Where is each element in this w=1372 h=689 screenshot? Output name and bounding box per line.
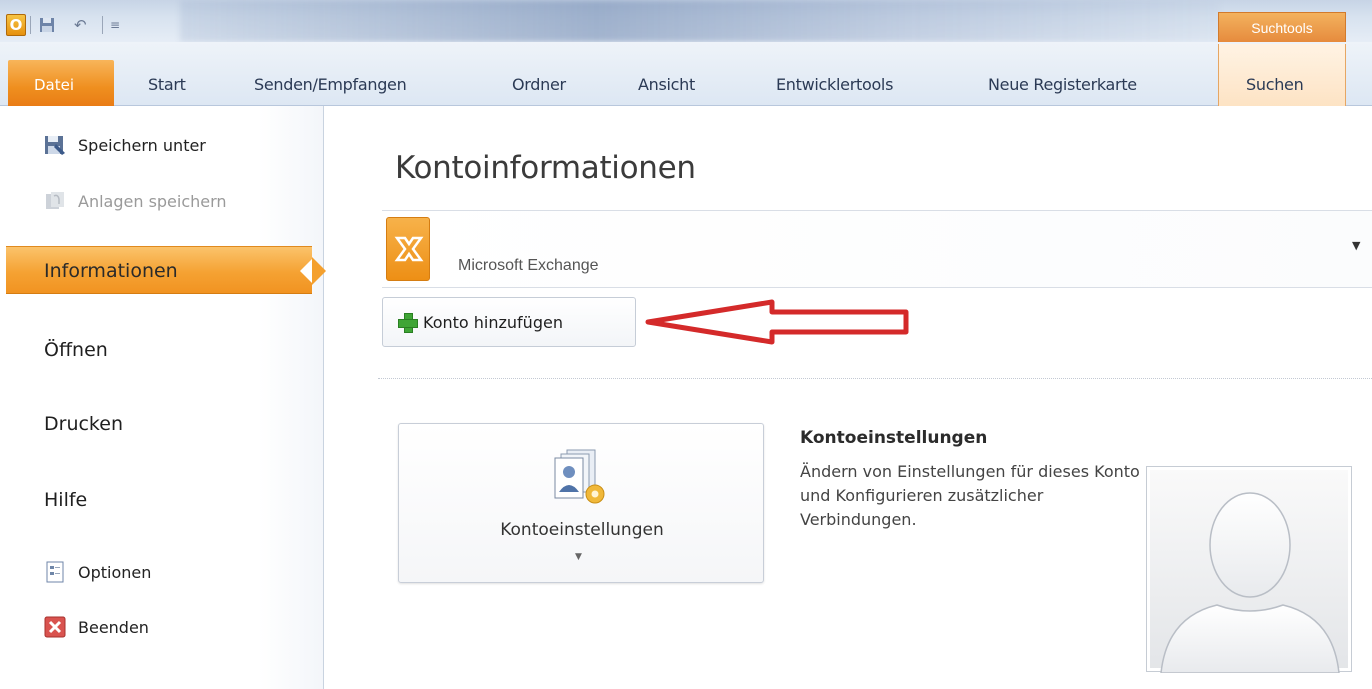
contextual-group-label: Suchtools <box>1218 12 1346 42</box>
plus-icon <box>397 312 418 333</box>
exit-icon <box>44 616 66 638</box>
save-attachments-label: Anlagen speichern <box>78 191 227 211</box>
tab-view[interactable]: Ansicht <box>638 75 695 94</box>
options-icon <box>44 561 66 583</box>
tab-start[interactable]: Start <box>148 75 186 94</box>
outlook-app-icon[interactable]: O <box>6 14 26 36</box>
options-button[interactable]: Optionen <box>44 561 151 583</box>
tab-new-tab[interactable]: Neue Registerkarte <box>988 75 1137 94</box>
tab-file[interactable]: Datei <box>8 60 114 106</box>
person-silhouette-icon <box>1160 492 1340 674</box>
chevron-down-icon: ▼ <box>575 552 582 562</box>
account-name: Microsoft Exchange <box>458 257 599 274</box>
backstage-menu: Speichern unter Anlagen speichern Inform… <box>0 106 326 689</box>
ribbon-tab-strip: Datei Start Senden/Empfangen Ordner Ansi… <box>0 42 1372 106</box>
exit-button[interactable]: Beenden <box>44 616 149 638</box>
exit-label: Beenden <box>78 617 149 637</box>
window-title-blur <box>180 0 1220 42</box>
customize-icon[interactable]: ≡ <box>110 16 120 34</box>
quick-access-separator <box>30 16 31 34</box>
nav-drucken[interactable]: Drucken <box>0 400 324 448</box>
nav-hilfe[interactable]: Hilfe <box>0 476 324 524</box>
save-attachments-icon <box>44 190 66 212</box>
save-as-button[interactable]: Speichern unter <box>44 134 206 156</box>
account-picture-placeholder <box>1146 466 1352 674</box>
quick-access-separator <box>102 16 103 34</box>
page-title: Kontoinformationen <box>395 150 696 186</box>
account-settings-label: Kontoeinstellungen <box>500 520 664 540</box>
nav-informationen[interactable]: Informationen <box>6 246 326 294</box>
title-bar: O ↶ ≡ Suchtools <box>0 0 1372 42</box>
save-icon[interactable] <box>38 16 56 38</box>
account-settings-description: Ändern von Einstellungen für dieses Kont… <box>800 462 1140 529</box>
save-attachments-button[interactable]: Anlagen speichern <box>44 190 227 212</box>
tab-folder[interactable]: Ordner <box>512 75 566 94</box>
red-arrow-annotation <box>645 299 909 345</box>
account-settings-icon <box>554 449 605 504</box>
nav-oeffnen[interactable]: Öffnen <box>0 326 324 374</box>
options-label: Optionen <box>78 562 152 582</box>
chevron-down-icon[interactable]: ▼ <box>1352 239 1360 252</box>
account-settings-button[interactable]: Kontoeinstellungen ▼ <box>398 423 764 583</box>
section-divider <box>378 378 1372 379</box>
add-account-button[interactable]: Konto hinzufügen <box>382 297 636 347</box>
account-selector[interactable]: Microsoft Exchange ▼ <box>382 210 1372 288</box>
save-as-icon <box>44 134 66 156</box>
undo-icon[interactable]: ↶ <box>74 16 87 34</box>
account-settings-heading: Kontoeinstellungen <box>800 428 988 448</box>
add-account-label: Konto hinzufügen <box>423 312 563 332</box>
tab-send-receive[interactable]: Senden/Empfangen <box>254 75 407 94</box>
tab-developer[interactable]: Entwicklertools <box>776 75 893 94</box>
tab-search[interactable]: Suchen <box>1246 75 1304 94</box>
exchange-icon <box>386 217 430 281</box>
save-as-label: Speichern unter <box>78 135 206 155</box>
